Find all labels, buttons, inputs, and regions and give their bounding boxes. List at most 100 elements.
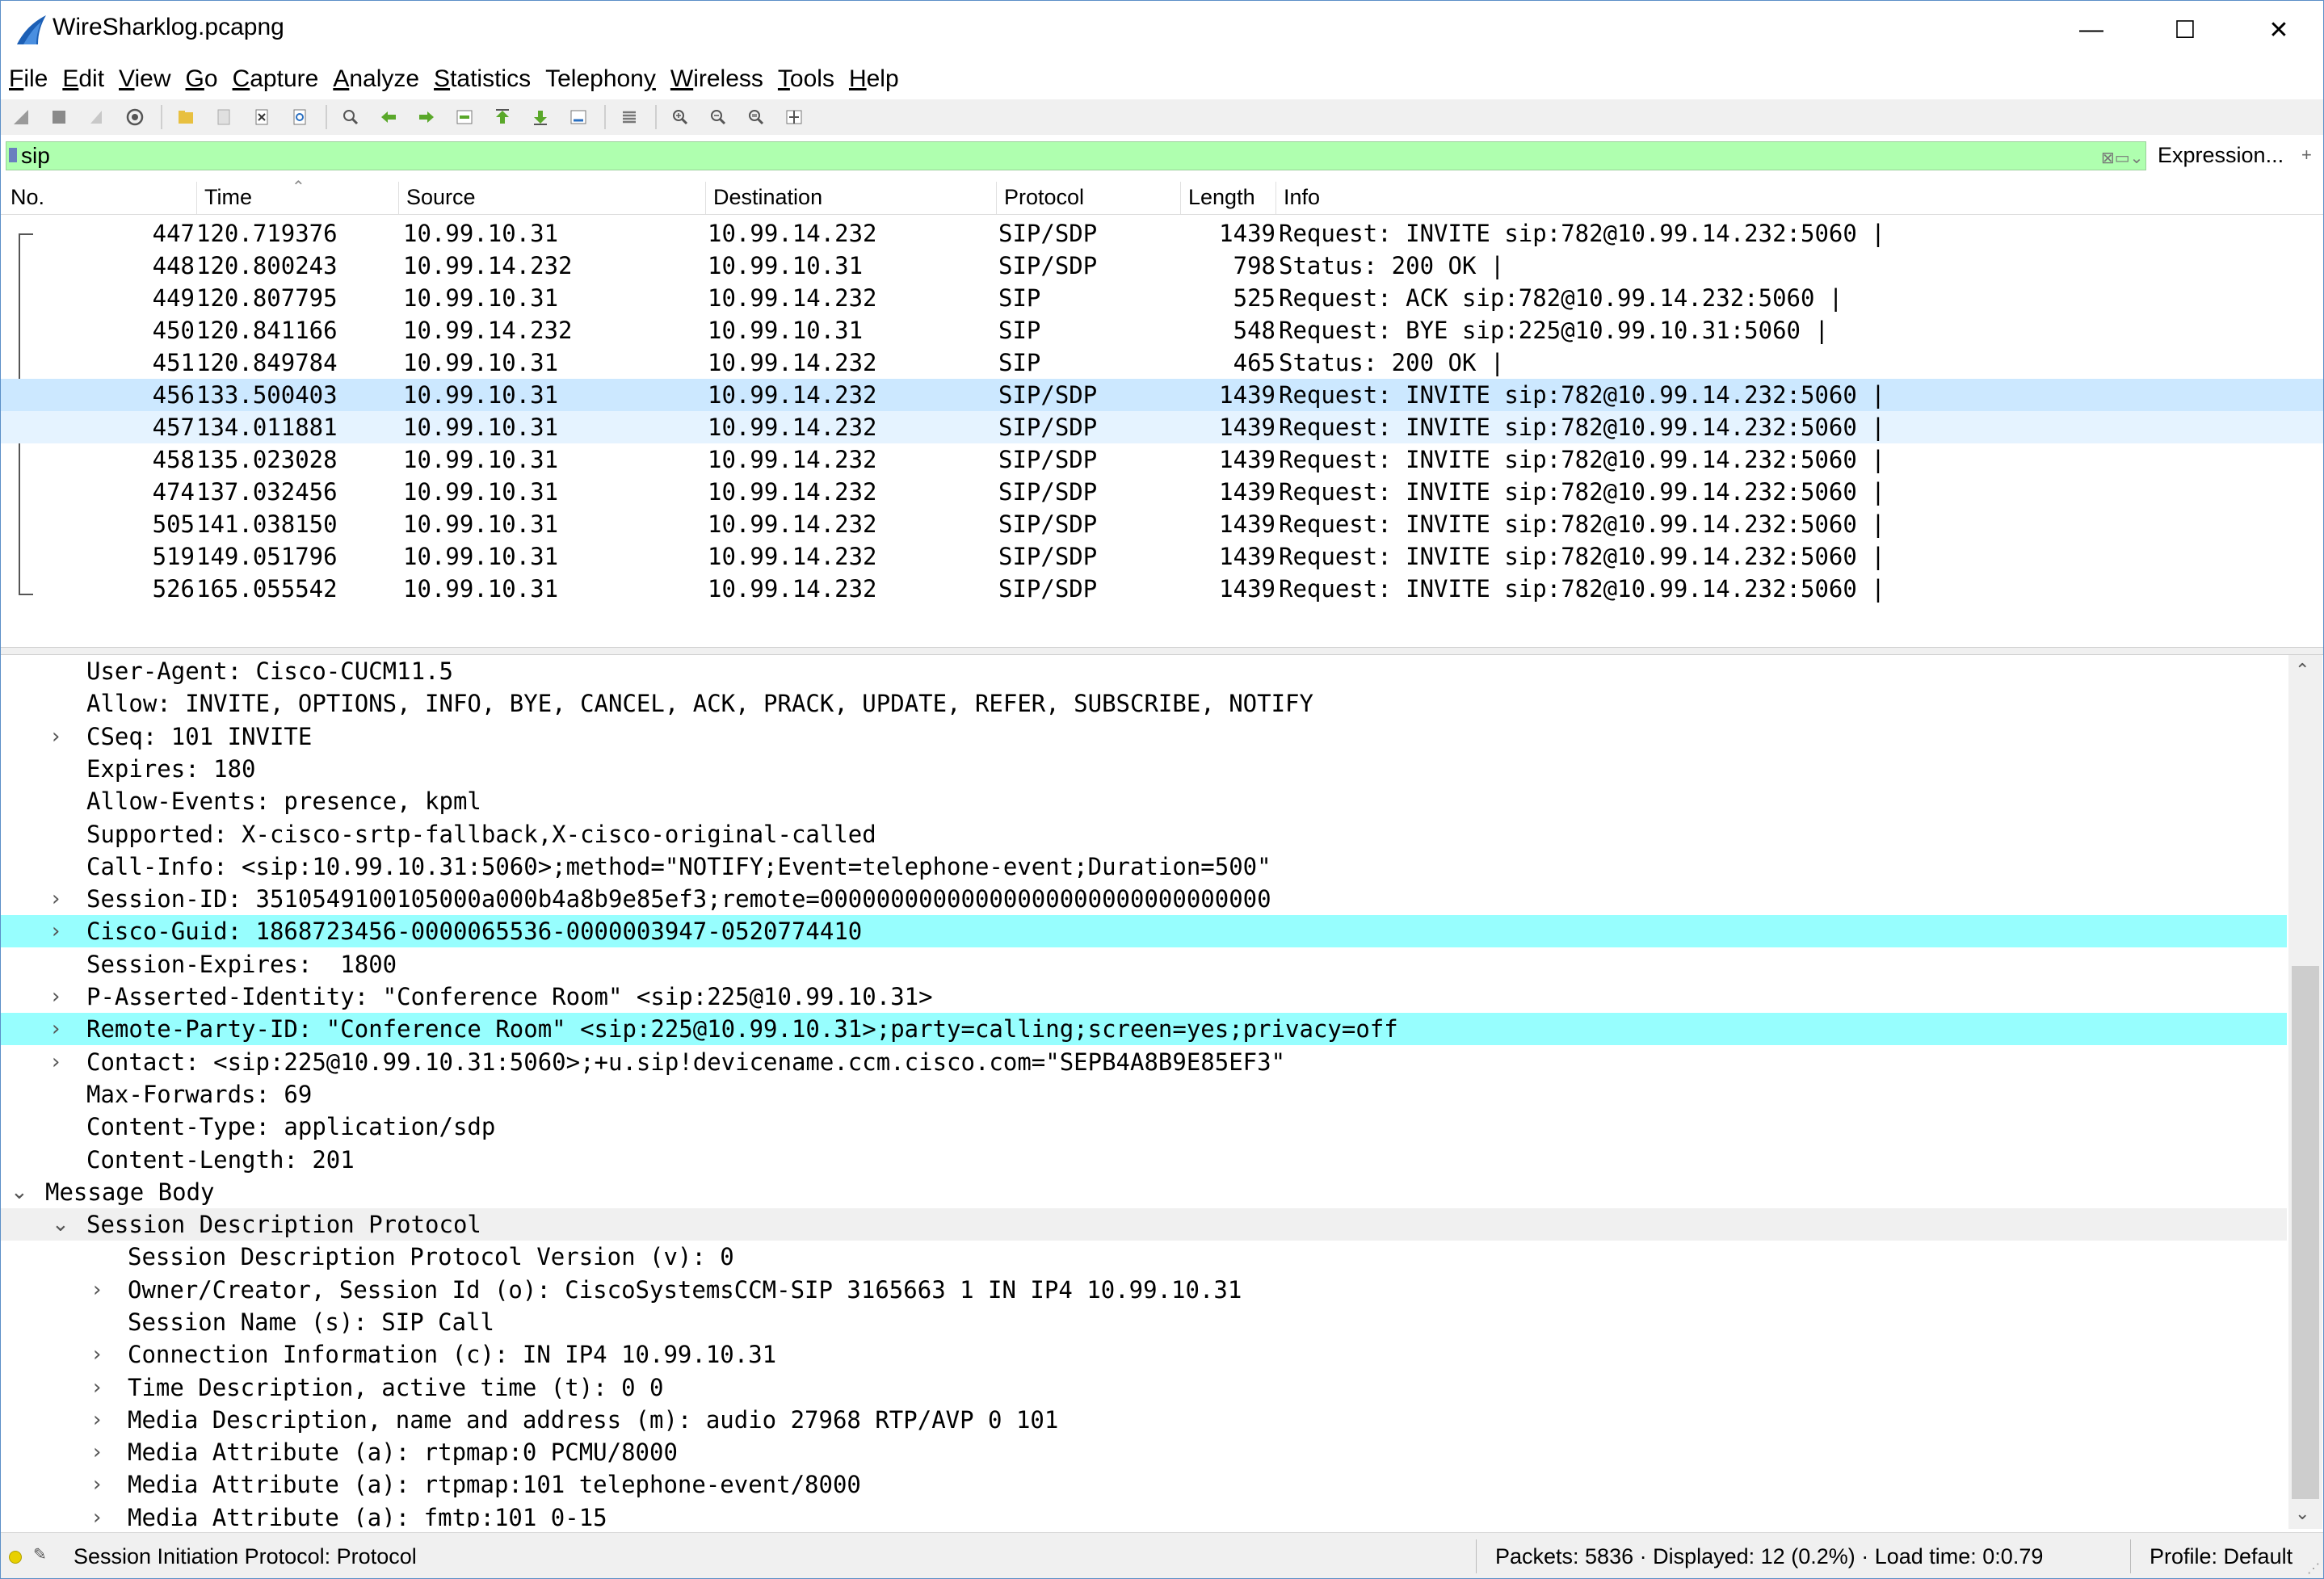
detail-tree-item[interactable]: Expires: 180 <box>1 753 2287 785</box>
column-divider[interactable] <box>1275 182 1276 214</box>
open-file-icon[interactable] <box>174 105 198 129</box>
detail-tree-item[interactable]: User-Agent: Cisco-CUCM11.5 <box>1 655 2287 687</box>
packet-row[interactable]: 519 149.051796 10.99.10.31 10.99.14.232 SIP/… <box>1 540 2323 573</box>
reload-file-icon[interactable] <box>288 105 312 129</box>
col-header-protocol[interactable]: Protocol <box>1004 185 1084 210</box>
find-packet-icon[interactable] <box>338 105 363 129</box>
col-header-destination[interactable]: Destination <box>713 185 822 210</box>
capture-options-icon[interactable] <box>123 105 147 129</box>
packet-row[interactable]: 449 120.807795 10.99.10.31 10.99.14.232 SIP 5… <box>1 282 2323 314</box>
zoom-reset-icon[interactable] <box>744 105 768 129</box>
close-file-icon[interactable] <box>250 105 274 129</box>
packet-row[interactable]: 450 120.841166 10.99.14.232 10.99.10.31 SIP 5… <box>1 314 2323 346</box>
zoom-out-icon[interactable] <box>706 105 730 129</box>
stop-capture-icon[interactable] <box>47 105 71 129</box>
detail-tree-item[interactable]: ⌄ Session Description Protocol <box>1 1208 2287 1241</box>
detail-tree-item[interactable]: › Media Description, name and address (m)… <box>1 1404 2287 1436</box>
detail-tree-item[interactable]: › CSeq: 101 INVITE <box>1 720 2287 753</box>
menu-analyze[interactable]: Analyze <box>325 65 427 93</box>
zoom-in-icon[interactable] <box>668 105 692 129</box>
tree-collapse-icon[interactable]: ⌄ <box>11 1176 28 1208</box>
tree-expand-icon[interactable]: › <box>52 1046 60 1078</box>
col-header-no[interactable]: No. <box>11 185 44 210</box>
detail-tree-item[interactable]: Call-Info: <sip:10.99.10.31:5060>;method… <box>1 850 2287 883</box>
autoscroll-icon[interactable] <box>566 105 590 129</box>
column-divider[interactable] <box>996 182 997 214</box>
detail-tree-item[interactable]: › Media Attribute (a): fmtp:101 0-15 <box>1 1501 2287 1527</box>
packet-row[interactable]: 457 134.011881 10.99.10.31 10.99.14.232 SIP/… <box>1 411 2323 443</box>
filter-clear-icon[interactable]: ⊠▭⌄ <box>2101 148 2143 168</box>
packet-row[interactable]: 526 165.055542 10.99.10.31 10.99.14.232 SIP/… <box>1 573 2323 605</box>
detail-tree-item[interactable]: › Remote-Party-ID: "Conference Room" <sip… <box>1 1013 2287 1045</box>
menu-go[interactable]: Go <box>178 65 226 93</box>
display-filter-input[interactable]: sip <box>6 141 2146 170</box>
scroll-up-icon[interactable]: ⌃ <box>2295 660 2309 681</box>
menu-edit[interactable]: Edit <box>54 65 112 93</box>
packet-row[interactable]: 448 120.800243 10.99.14.232 10.99.10.31 SIP/… <box>1 250 2323 282</box>
packet-row[interactable]: 505 141.038150 10.99.10.31 10.99.14.232 SIP/… <box>1 508 2323 540</box>
tree-expand-icon[interactable]: › <box>52 915 60 947</box>
detail-tree-item[interactable]: Allow: INVITE, OPTIONS, INFO, BYE, CANCE… <box>1 687 2287 720</box>
column-divider[interactable] <box>705 182 706 214</box>
tree-expand-icon[interactable]: › <box>93 1274 101 1306</box>
detail-tree-item[interactable]: ⌄ Message Body <box>1 1176 2287 1208</box>
maximize-button[interactable]: ☐ <box>2138 1 2232 59</box>
detail-tree-item[interactable]: › Owner/Creator, Session Id (o): CiscoSys… <box>1 1274 2287 1306</box>
save-file-icon[interactable] <box>212 105 236 129</box>
col-header-length[interactable]: Length <box>1188 185 1255 210</box>
detail-tree-item[interactable]: › Time Description, active time (t): 0 0 <box>1 1371 2287 1404</box>
pane-splitter[interactable] <box>1 647 2323 655</box>
status-profile[interactable]: Profile: Default <box>2150 1544 2292 1569</box>
col-header-source[interactable]: Source <box>406 185 476 210</box>
detail-tree-item[interactable]: Content-Type: application/sdp <box>1 1111 2287 1143</box>
tree-expand-icon[interactable]: › <box>52 981 60 1013</box>
column-divider[interactable] <box>398 182 399 214</box>
tree-expand-icon[interactable]: › <box>93 1371 101 1404</box>
packet-row[interactable]: 458 135.023028 10.99.10.31 10.99.14.232 SIP/… <box>1 443 2323 476</box>
tree-expand-icon[interactable]: › <box>52 1013 60 1045</box>
colorize-icon[interactable] <box>617 105 641 129</box>
restart-capture-icon[interactable] <box>85 105 109 129</box>
menu-wireless[interactable]: Wireless <box>662 65 771 93</box>
edit-comment-icon[interactable]: ✎ <box>33 1544 47 1564</box>
detail-tree-item[interactable]: › P-Asserted-Identity: "Conference Room" … <box>1 981 2287 1013</box>
details-scrollbar[interactable]: ⌃ ⌄ <box>2288 655 2322 1529</box>
detail-tree-item[interactable]: › Contact: <sip:225@10.99.10.31:5060>;+u.… <box>1 1046 2287 1078</box>
packet-row[interactable]: 451 120.849784 10.99.10.31 10.99.14.232 SIP 4… <box>1 346 2323 379</box>
col-header-time[interactable]: Time <box>204 185 252 210</box>
tree-collapse-icon[interactable]: ⌄ <box>52 1208 69 1241</box>
detail-tree-item[interactable]: Content-Length: 201 <box>1 1144 2287 1176</box>
filter-bookmark-icon[interactable] <box>9 148 17 162</box>
detail-tree-item[interactable]: › Connection Information (c): IN IP4 10.9… <box>1 1338 2287 1371</box>
add-filter-button-icon[interactable]: + <box>2301 145 2312 166</box>
detail-tree-item[interactable]: › Cisco-Guid: 1868723456-0000065536-00000… <box>1 915 2287 947</box>
scroll-down-icon[interactable]: ⌄ <box>2295 1503 2309 1524</box>
go-back-icon[interactable] <box>376 105 401 129</box>
detail-tree-item[interactable]: Session Description Protocol Version (v)… <box>1 1241 2287 1273</box>
resize-grip-icon[interactable]: ⋰ <box>2307 1560 2320 1577</box>
minimize-button[interactable]: — <box>2045 1 2138 59</box>
detail-tree-item[interactable]: Session Name (s): SIP Call <box>1 1306 2287 1338</box>
menu-file[interactable]: File <box>1 65 56 93</box>
menu-statistics[interactable]: Statistics <box>426 65 539 93</box>
detail-tree-item[interactable]: Session-Expires: 1800 <box>1 948 2287 981</box>
detail-tree-item[interactable]: › Media Attribute (a): rtpmap:101 telepho… <box>1 1468 2287 1501</box>
go-to-packet-icon[interactable] <box>452 105 477 129</box>
expression-button[interactable]: Expression... <box>2158 143 2284 168</box>
tree-expand-icon[interactable]: › <box>93 1404 101 1436</box>
go-last-packet-icon[interactable] <box>528 105 553 129</box>
detail-tree-item[interactable]: › Media Attribute (a): rtpmap:0 PCMU/8000 <box>1 1436 2287 1468</box>
tree-expand-icon[interactable]: › <box>93 1436 101 1468</box>
tree-expand-icon[interactable]: › <box>52 720 60 753</box>
go-first-packet-icon[interactable] <box>490 105 515 129</box>
expert-info-led-icon[interactable] <box>9 1551 22 1564</box>
menu-tools[interactable]: Tools <box>770 65 843 93</box>
start-capture-icon[interactable] <box>9 105 33 129</box>
scrollbar-thumb[interactable] <box>2292 966 2319 1499</box>
tree-expand-icon[interactable]: › <box>93 1501 101 1527</box>
go-forward-icon[interactable] <box>414 105 439 129</box>
detail-tree-item[interactable]: Supported: X-cisco-srtp-fallback,X-cisco… <box>1 818 2287 850</box>
tree-expand-icon[interactable]: › <box>93 1338 101 1371</box>
close-button[interactable]: ✕ <box>2232 1 2323 59</box>
column-divider[interactable] <box>1180 182 1181 214</box>
